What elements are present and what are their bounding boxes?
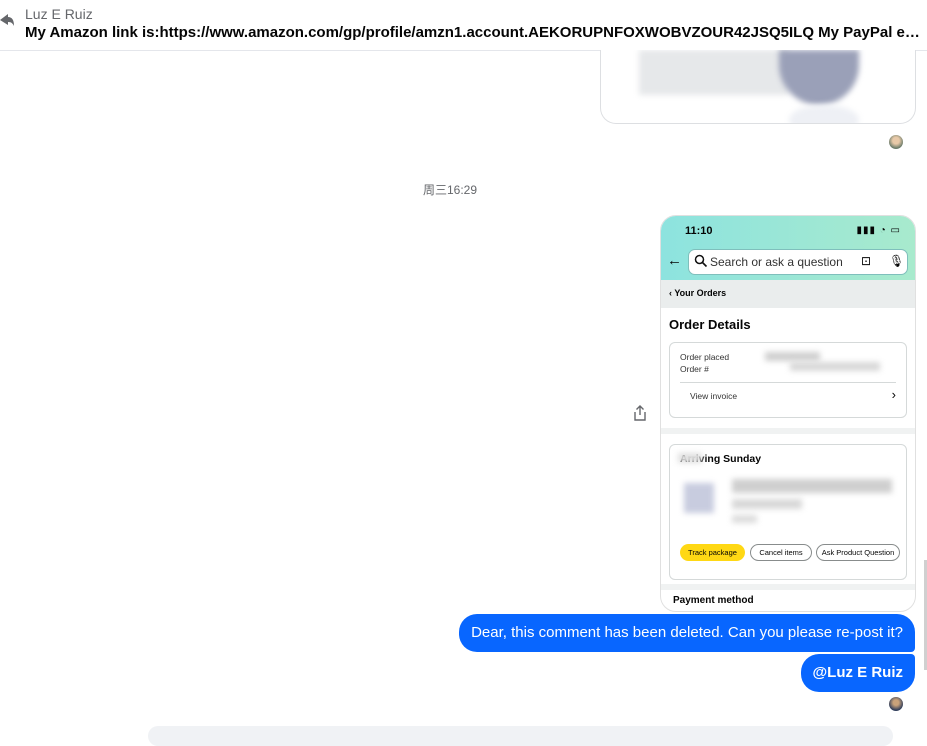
message-composer[interactable] (148, 726, 893, 746)
chevron-right-icon: › (891, 387, 896, 402)
divider (680, 382, 896, 383)
app-header: 11:10 ▮▮▮ ◔ ▭ ← Search or ask a question… (661, 216, 915, 280)
your-orders-link: ‹ Your Orders (669, 288, 727, 298)
read-receipt-avatar (889, 697, 903, 711)
reply-preview[interactable]: Luz E Ruiz My Amazon link is:https://www… (0, 0, 927, 51)
orders-breadcrumb: ‹ Your Orders (661, 280, 915, 308)
search-bar: Search or ask a question ⊡ 🎙 (688, 249, 908, 275)
search-placeholder: Search or ask a question (710, 255, 843, 269)
payment-method-heading: Payment method (673, 595, 754, 606)
section-separator (661, 584, 915, 590)
order-labels: Order placed Order # (680, 352, 730, 374)
order-info-card: Order placed Order # View invoice › (669, 342, 907, 418)
previous-image-attachment[interactable] (600, 50, 916, 124)
ask-product-question-button: Ask Product Question (816, 544, 900, 561)
message-bubble[interactable]: Dear, this comment has been deleted. Can… (459, 614, 915, 652)
status-time: 11:10 (685, 225, 713, 237)
message-timestamp: 周三16:29 (422, 183, 478, 197)
camera-icon: ⊡ (861, 254, 872, 268)
track-package-button: Track package (680, 544, 745, 561)
read-receipt-avatar (889, 135, 903, 149)
reply-sender-name: Luz E Ruiz (25, 6, 93, 22)
mention-message-bubble[interactable]: @Luz E Ruiz (800, 654, 915, 692)
search-icon (694, 254, 708, 268)
back-arrow-icon: ← (667, 252, 682, 269)
order-details-title: Order Details (669, 317, 751, 332)
view-invoice-label: View invoice (690, 391, 738, 401)
shipment-card: Arriving Sunday Track package Cancel ite… (669, 444, 907, 580)
reply-message-text: My Amazon link is:https://www.amazon.com… (25, 24, 925, 41)
order-screenshot-attachment[interactable]: 11:10 ▮▮▮ ◔ ▭ ← Search or ask a question… (660, 215, 916, 612)
share-icon[interactable] (633, 405, 647, 421)
status-icons: ▮▮▮ ◔ ▭ (856, 225, 901, 236)
section-separator (661, 428, 915, 434)
reply-icon (0, 14, 14, 26)
mic-icon: 🎙 (889, 254, 905, 268)
cancel-items-button: Cancel items (750, 544, 812, 561)
